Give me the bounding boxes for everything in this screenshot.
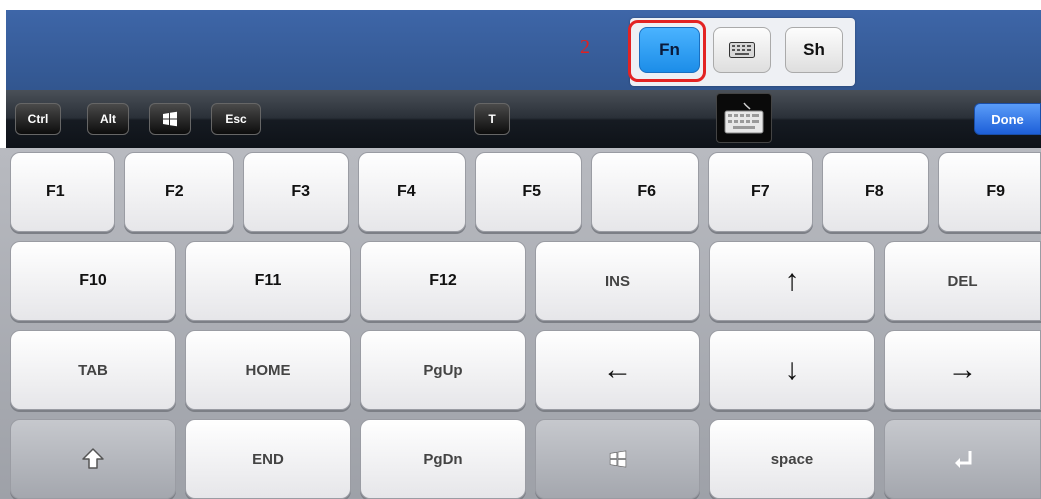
key-label: PgDn — [423, 450, 463, 468]
key-shift[interactable] — [10, 419, 176, 499]
keyboard-mode-button[interactable] — [713, 27, 771, 73]
alt-key[interactable]: Alt — [87, 103, 129, 135]
key-ins[interactable]: INS — [535, 241, 700, 321]
key-label: F12 — [429, 272, 457, 289]
key-arrow-right[interactable]: → — [884, 330, 1041, 410]
windows-key[interactable] — [149, 103, 191, 135]
key-f10[interactable]: F10 — [10, 241, 176, 321]
key-label: INS — [604, 272, 630, 290]
key-label: F6 — [637, 183, 656, 200]
key-arrow-up[interactable]: ↑ — [709, 241, 875, 321]
keyboard-icon — [729, 42, 755, 58]
key-pgup[interactable]: PgUp — [360, 330, 526, 410]
key-label: HOME — [245, 361, 291, 379]
key-f3[interactable]: F3 — [243, 152, 349, 232]
keyboard-icon — [724, 102, 764, 134]
esc-label: Esc — [225, 112, 247, 126]
keyboard-toggle-button[interactable] — [716, 93, 772, 143]
key-f4[interactable]: F4 — [358, 152, 466, 232]
key-f11[interactable]: F11 — [185, 241, 351, 321]
key-f9[interactable]: F9 — [938, 152, 1041, 232]
ctrl-key[interactable]: Ctrl — [15, 103, 61, 135]
key-f1[interactable]: F1 — [10, 152, 115, 232]
esc-key[interactable]: Esc — [211, 103, 261, 135]
key-label: F1 — [46, 183, 65, 200]
top-bar — [6, 10, 1041, 90]
key-label: space — [770, 450, 814, 468]
t-label: T — [488, 112, 496, 126]
done-button[interactable]: Done — [974, 103, 1041, 135]
alt-label: Alt — [100, 112, 116, 126]
key-return[interactable] — [884, 419, 1041, 499]
key-space[interactable]: space — [709, 419, 875, 499]
return-icon — [954, 451, 971, 468]
shift-icon — [82, 448, 104, 469]
key-label: F4 — [397, 183, 416, 200]
windows-logo-icon — [163, 111, 177, 127]
arrow-up-icon: ↑ — [784, 264, 800, 297]
key-label: F3 — [291, 183, 310, 200]
key-label: F10 — [79, 272, 107, 289]
key-label: PgUp — [423, 361, 463, 379]
key-arrow-left[interactable]: ← — [535, 330, 700, 410]
done-label: Done — [991, 111, 1024, 127]
key-f7[interactable]: F7 — [708, 152, 813, 232]
key-label: F9 — [986, 183, 1005, 200]
key-end[interactable]: END — [185, 419, 351, 499]
windows-logo-icon — [609, 450, 626, 468]
arrow-left-icon: ← — [602, 353, 633, 386]
key-f6[interactable]: F6 — [591, 152, 699, 232]
key-tab[interactable]: TAB — [10, 330, 176, 410]
key-label: TAB — [78, 361, 108, 379]
annotation-marker-2: 2 — [580, 36, 590, 58]
arrow-down-icon: ↓ — [784, 353, 800, 386]
key-label: F5 — [522, 183, 541, 200]
key-label: F11 — [254, 272, 282, 289]
fn-highlight-box — [628, 20, 706, 82]
ctrl-label: Ctrl — [27, 112, 49, 126]
key-pgdn[interactable]: PgDn — [360, 419, 526, 499]
key-label: F2 — [165, 183, 184, 200]
key-f8[interactable]: F8 — [822, 152, 929, 232]
key-f5[interactable]: F5 — [475, 152, 582, 232]
key-label: END — [252, 450, 284, 468]
key-label: F7 — [751, 183, 770, 200]
key-home[interactable]: HOME — [185, 330, 351, 410]
key-del[interactable]: DEL — [884, 241, 1041, 321]
key-windows[interactable] — [535, 419, 700, 499]
key-f12[interactable]: F12 — [360, 241, 526, 321]
t-key[interactable]: T — [474, 103, 510, 135]
arrow-right-icon: → — [947, 353, 978, 386]
sh-mode-label: Sh — [803, 40, 825, 59]
shift-mode-button[interactable]: Sh — [785, 27, 843, 73]
key-label: DEL — [947, 272, 978, 290]
key-label: F8 — [865, 183, 884, 200]
key-arrow-down[interactable]: ↓ — [709, 330, 875, 410]
key-f2[interactable]: F2 — [124, 152, 234, 232]
